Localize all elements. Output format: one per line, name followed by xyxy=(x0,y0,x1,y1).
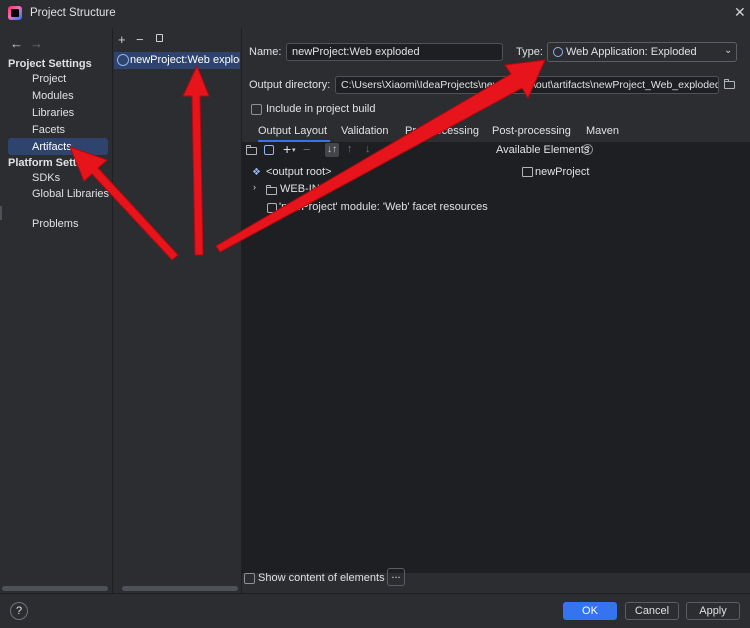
platform-settings-header: Platform Settings xyxy=(8,157,100,169)
web-artifact-icon xyxy=(117,54,129,66)
tree-output-root[interactable]: <output root> xyxy=(266,166,331,178)
output-layout-tree-panel: + ▾ − ↓↑ ↑ ↓ ❖ <output root> › WEB-INF '… xyxy=(242,141,492,573)
output-directory-label: Output directory: xyxy=(249,79,331,91)
add-copy-icon[interactable]: + xyxy=(283,141,291,157)
output-directory-input[interactable]: C:\Users\Xiaomi\IdeaProjects\newProject\… xyxy=(335,76,719,94)
cancel-button[interactable]: Cancel xyxy=(625,602,679,620)
create-archive-icon[interactable] xyxy=(264,145,274,155)
sidebar-item-modules[interactable]: Modules xyxy=(32,90,74,102)
show-content-checkbox[interactable] xyxy=(244,573,255,584)
artifacts-list-scrollbar[interactable] xyxy=(122,586,238,591)
artifact-list-item-label: newProject:Web exploded xyxy=(130,54,240,66)
active-tab-indicator xyxy=(258,140,330,142)
move-up-icon[interactable]: ↑ xyxy=(347,143,353,155)
remove-element-icon[interactable]: − xyxy=(303,142,311,157)
sort-elements-icon[interactable]: ↓↑ xyxy=(325,143,339,157)
include-in-build-checkbox[interactable] xyxy=(251,104,262,115)
module-resources-icon xyxy=(267,203,277,213)
add-dropdown-chevron-icon[interactable]: ▾ xyxy=(292,146,296,154)
sidebar-item-problems[interactable]: Problems xyxy=(32,218,78,230)
name-label: Name: xyxy=(249,46,282,58)
type-dropdown[interactable]: Web Application: Exploded ⌄ xyxy=(547,42,737,62)
tab-validation[interactable]: Validation xyxy=(341,125,389,137)
type-label: Type: xyxy=(516,46,543,58)
more-options-button[interactable]: ... xyxy=(387,568,405,586)
dialog-footer: ? OK Cancel Apply xyxy=(0,593,750,628)
artifact-settings-panel: Name: newProject:Web exploded Type: Web … xyxy=(242,28,750,593)
remove-icon[interactable]: − xyxy=(136,32,144,47)
available-elements-label: Available Elements xyxy=(496,144,590,156)
sidebar-item-facets[interactable]: Facets xyxy=(32,124,65,136)
sidebar-item-project[interactable]: Project xyxy=(32,73,66,85)
output-root-icon: ❖ xyxy=(252,167,261,178)
intellij-app-icon xyxy=(8,6,22,20)
include-in-build-label: Include in project build xyxy=(266,103,376,115)
tree-web-inf[interactable]: WEB-INF xyxy=(280,183,326,195)
folder-icon xyxy=(266,185,278,196)
sidebar-item-libraries[interactable]: Libraries xyxy=(32,107,74,119)
apply-button[interactable]: Apply xyxy=(686,602,740,620)
type-dropdown-value: Web Application: Exploded xyxy=(566,46,697,58)
chevron-down-icon: ⌄ xyxy=(724,45,733,56)
chevron-right-icon[interactable]: › xyxy=(253,182,256,192)
project-settings-header: Project Settings xyxy=(8,58,92,70)
name-input[interactable]: newProject:Web exploded xyxy=(286,43,503,61)
available-item-newproject[interactable]: newProject xyxy=(535,166,589,178)
back-arrow-icon[interactable]: ← xyxy=(10,36,23,51)
move-down-icon[interactable]: ↓ xyxy=(365,143,371,155)
show-content-label: Show content of elements xyxy=(258,572,385,584)
web-artifact-icon xyxy=(553,47,563,57)
browse-folder-icon[interactable] xyxy=(724,79,736,90)
forward-arrow-icon[interactable]: → xyxy=(30,36,43,51)
ok-button[interactable]: OK xyxy=(563,602,617,620)
artifact-list-item[interactable]: newProject:Web exploded xyxy=(114,52,240,69)
window-title: Project Structure xyxy=(30,7,116,19)
tab-output-layout[interactable]: Output Layout xyxy=(258,125,327,137)
sidebar-edge-marker xyxy=(0,206,2,220)
tab-maven[interactable]: Maven xyxy=(586,125,619,137)
add-icon[interactable]: + xyxy=(118,32,126,47)
module-folder-icon xyxy=(522,167,533,177)
copy-icon[interactable] xyxy=(156,34,163,42)
close-icon[interactable]: ✕ xyxy=(734,4,746,21)
create-directory-icon[interactable] xyxy=(246,145,258,155)
sidebar-scrollbar[interactable] xyxy=(2,586,108,591)
help-icon[interactable]: ? xyxy=(582,144,593,155)
available-elements-panel: Available Elements ? newProject xyxy=(492,143,750,573)
tab-post-processing[interactable]: Post-processing xyxy=(492,125,571,137)
settings-sidebar: ← → Project Settings Project Modules Lib… xyxy=(0,28,113,593)
help-button[interactable]: ? xyxy=(10,602,28,620)
tree-facet-resources[interactable]: 'newProject' module: 'Web' facet resourc… xyxy=(279,201,488,213)
sidebar-item-global-libraries[interactable]: Global Libraries xyxy=(32,188,109,200)
title-bar: Project Structure ✕ xyxy=(0,0,750,28)
artifacts-list-panel: + − newProject:Web exploded xyxy=(113,28,242,593)
tab-pre-processing[interactable]: Pre-processing xyxy=(405,125,479,137)
sidebar-item-sdks[interactable]: SDKs xyxy=(32,172,60,184)
sidebar-item-artifacts[interactable]: Artifacts xyxy=(32,141,72,153)
